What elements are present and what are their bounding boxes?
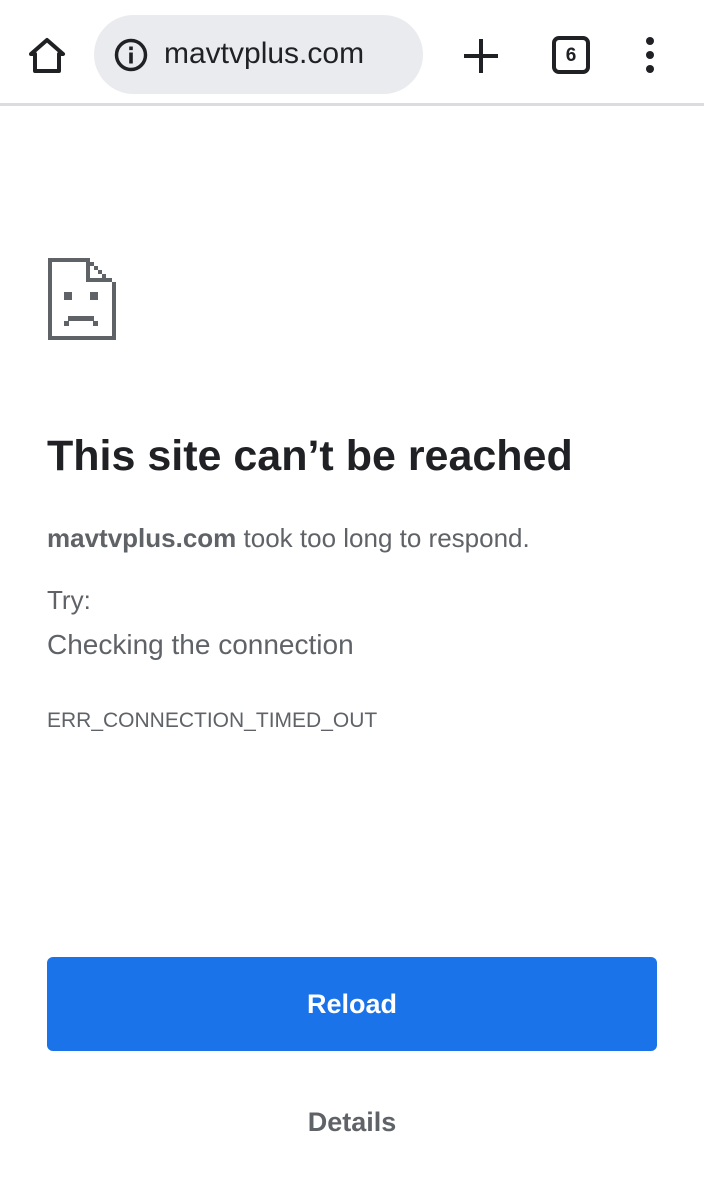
home-icon <box>29 38 65 73</box>
more-vertical-icon <box>646 37 654 73</box>
reload-button[interactable]: Reload <box>47 957 657 1051</box>
tab-switcher-button[interactable]: 6 <box>552 36 590 74</box>
error-title: This site can’t be reached <box>47 432 573 480</box>
menu-button[interactable] <box>630 34 670 76</box>
details-button[interactable]: Details <box>47 1098 657 1146</box>
browser-window: mavtvplus.com 6 This site can’t be reach… <box>0 0 704 1200</box>
address-bar[interactable]: mavtvplus.com <box>94 15 423 94</box>
error-description: mavtvplus.com took too long to respond. <box>47 521 530 555</box>
error-host: mavtvplus.com <box>47 523 237 553</box>
try-label: Try: <box>47 585 91 615</box>
info-icon[interactable] <box>114 38 148 72</box>
plus-icon <box>464 39 498 73</box>
browser-toolbar: mavtvplus.com 6 <box>0 0 704 106</box>
error-message: took too long to respond. <box>236 523 530 553</box>
new-tab-button[interactable] <box>458 33 504 79</box>
error-code: ERR_CONNECTION_TIMED_OUT <box>47 709 378 732</box>
url-text: mavtvplus.com <box>164 37 365 70</box>
tab-count: 6 <box>565 44 577 66</box>
sad-page-icon <box>48 258 116 340</box>
home-button[interactable] <box>22 33 72 77</box>
suggestion-check-connection: Checking the connection <box>47 629 354 660</box>
